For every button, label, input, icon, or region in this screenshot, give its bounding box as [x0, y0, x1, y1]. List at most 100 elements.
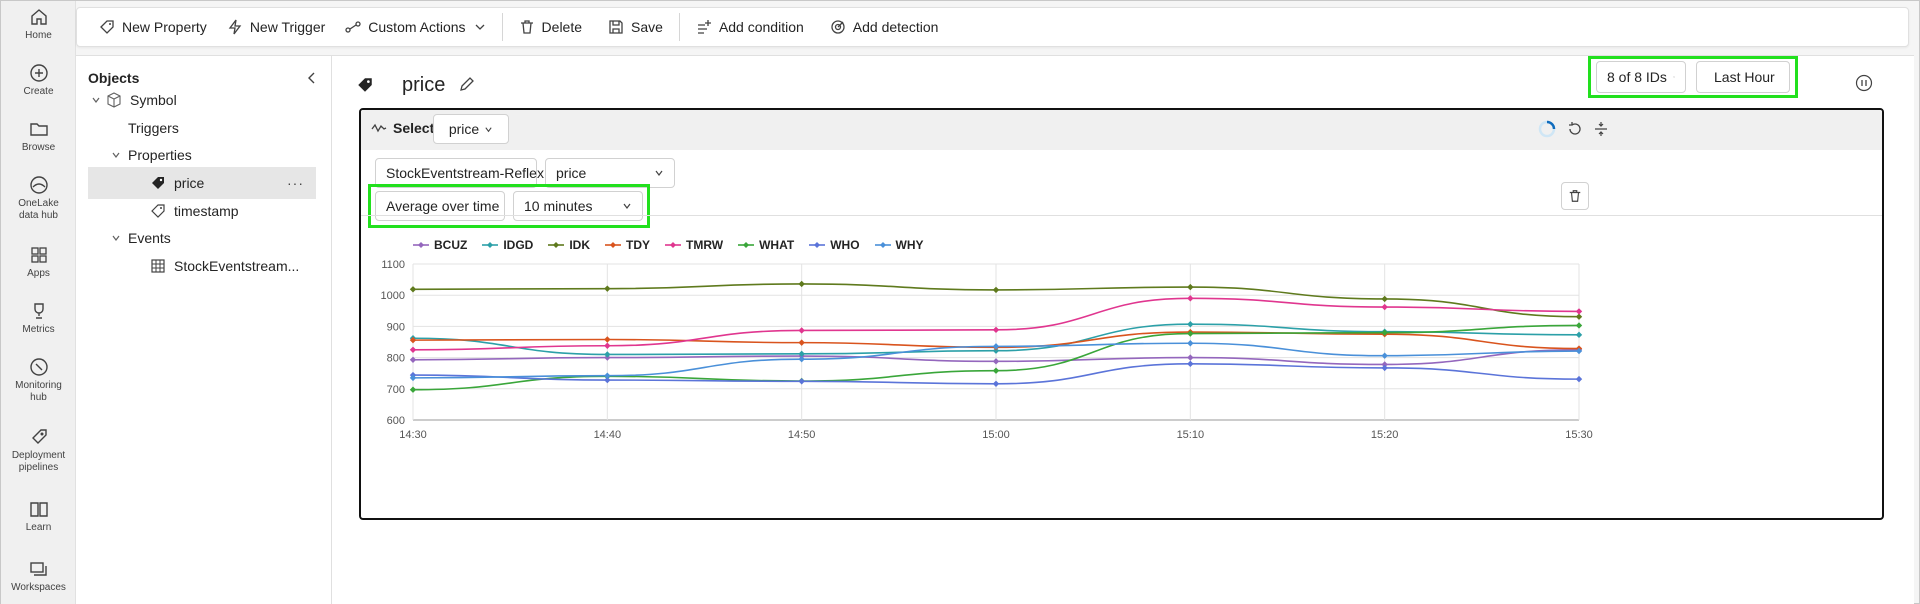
data-point-idk	[604, 285, 611, 292]
data-point-tmrw	[1381, 303, 1388, 311]
plus-circle-icon	[29, 64, 48, 82]
data-point-tdy	[604, 336, 611, 343]
legend-label: WHY	[895, 238, 924, 252]
chevron-down-icon[interactable]	[108, 233, 124, 243]
pause-button[interactable]	[1852, 71, 1876, 95]
new-trigger-label: New Trigger	[249, 19, 326, 35]
data-point-idgd	[1575, 331, 1583, 339]
add-detection-button[interactable]: Add detection	[820, 11, 949, 43]
legend-item-idgd[interactable]: IDGD	[482, 238, 533, 252]
data-point-who	[1187, 360, 1194, 368]
window-dropdown[interactable]: 10 minutes	[513, 191, 643, 221]
legend-item-why[interactable]: WHY	[874, 238, 924, 252]
property-value: price	[556, 165, 587, 181]
chevron-down-icon[interactable]	[88, 95, 104, 105]
rail-home-label: Home	[25, 30, 52, 41]
pause-icon	[1855, 74, 1873, 92]
data-point-why	[1187, 340, 1194, 347]
legend-item-idk[interactable]: IDK	[548, 238, 590, 252]
table-icon	[148, 258, 168, 274]
data-point-tmrw	[992, 326, 1000, 334]
chevron-down-icon	[485, 126, 492, 132]
window-value: 10 minutes	[524, 198, 593, 214]
onelake-icon	[29, 176, 48, 194]
legend-marker-icon	[482, 242, 499, 248]
refresh-button[interactable]	[1563, 117, 1587, 141]
legend-item-what[interactable]: WHAT	[738, 238, 794, 252]
rail-metrics[interactable]: Metrics	[1, 301, 76, 336]
x-tick-label: 14:30	[399, 429, 427, 441]
more-options-icon[interactable]: ···	[287, 175, 304, 191]
tag-icon	[100, 20, 114, 34]
trash-icon	[1569, 190, 1581, 202]
data-point-who	[1575, 375, 1583, 383]
rail-learn[interactable]: Learn	[1, 499, 76, 534]
save-button[interactable]: Save	[598, 11, 673, 43]
x-tick-label: 15:10	[1177, 429, 1205, 441]
add-condition-label: Add condition	[718, 19, 804, 35]
legend-marker-icon	[809, 242, 826, 248]
command-toolbar: New Property New Trigger Custom Actions …	[76, 7, 1909, 47]
page-title: price	[402, 74, 446, 96]
rail-workspaces[interactable]: Workspaces	[1, 559, 76, 594]
source-value: StockEventstream-Reflex	[386, 165, 544, 181]
rail-onelake[interactable]: OneLake data hub	[1, 175, 76, 222]
rail-apps[interactable]: Apps	[1, 245, 76, 280]
rail-monitoring-label: Monitoring hub	[15, 380, 62, 403]
rail-home[interactable]: Home	[1, 7, 76, 42]
left-rail: Home Create Browse OneLake data hub Apps…	[1, 1, 76, 604]
data-point-bcuz	[1187, 354, 1194, 361]
data-point-who	[992, 380, 1000, 388]
aggregation-value: Average over time	[386, 198, 500, 214]
select-label-text: Select	[393, 120, 435, 136]
loading-spinner-icon	[1535, 117, 1559, 141]
tree-stream-label: StockEventstream...	[174, 258, 300, 274]
edit-icon[interactable]	[458, 75, 476, 96]
new-property-button[interactable]: New Property	[89, 11, 217, 43]
delete-label: Delete	[541, 19, 583, 35]
select-property-dropdown[interactable]: price	[433, 114, 509, 144]
rail-create[interactable]: Create	[1, 63, 76, 98]
chart-legend: BCUZ IDGD IDK TDY TMRW WHAT WHO WHY	[413, 238, 939, 252]
rail-deployment[interactable]: Deployment pipelines	[1, 427, 76, 474]
ids-dropdown[interactable]: 8 of 8 IDs	[1596, 61, 1686, 93]
add-condition-button[interactable]: Add condition	[686, 11, 814, 43]
rail-browse[interactable]: Browse	[1, 119, 76, 154]
collapse-card-button[interactable]	[1589, 117, 1613, 141]
data-point-tdy	[798, 339, 805, 346]
legend-label: TDY	[626, 238, 650, 252]
aggregation-dropdown[interactable]: Average over time	[375, 191, 505, 221]
new-property-label: New Property	[122, 19, 207, 35]
time-range-dropdown[interactable]: Last Hour	[1696, 61, 1790, 93]
legend-item-who[interactable]: WHO	[809, 238, 860, 252]
delete-card-button[interactable]	[1561, 182, 1589, 210]
custom-actions-label: Custom Actions	[368, 19, 466, 35]
delete-button[interactable]: Delete	[509, 11, 592, 43]
legend-item-tdy[interactable]: TDY	[605, 238, 650, 252]
custom-actions-button[interactable]: Custom Actions	[335, 11, 495, 43]
wave-icon	[371, 123, 387, 133]
data-point-who	[1381, 364, 1388, 372]
tree-item-stream[interactable]: StockEventstream...	[88, 250, 316, 282]
legend-item-bcuz[interactable]: BCUZ	[413, 238, 467, 252]
time-range-value: Last Hour	[1714, 69, 1775, 85]
data-point-idk	[409, 286, 417, 293]
tree-price-label: price	[174, 175, 205, 191]
x-tick-label: 15:20	[1371, 429, 1399, 441]
legend-marker-icon	[665, 242, 681, 248]
tree-timestamp-label: timestamp	[174, 203, 239, 219]
property-card: Select price StockEventstream-Reflex pri…	[359, 108, 1884, 520]
tag-icon	[148, 203, 168, 219]
chevron-down-icon[interactable]	[108, 150, 124, 160]
legend-marker-icon	[548, 242, 565, 248]
new-trigger-button[interactable]: New Trigger	[217, 11, 335, 43]
data-point-why	[992, 343, 1000, 350]
data-point-tmrw	[1187, 295, 1194, 302]
data-point-who	[798, 378, 805, 385]
legend-marker-icon	[874, 242, 891, 248]
data-point-idk	[798, 280, 805, 288]
legend-item-tmrw[interactable]: TMRW	[665, 238, 723, 252]
y-tick-label: 900	[387, 321, 405, 333]
rail-monitoring[interactable]: Monitoring hub	[1, 357, 76, 404]
x-tick-label: 15:30	[1565, 429, 1593, 441]
